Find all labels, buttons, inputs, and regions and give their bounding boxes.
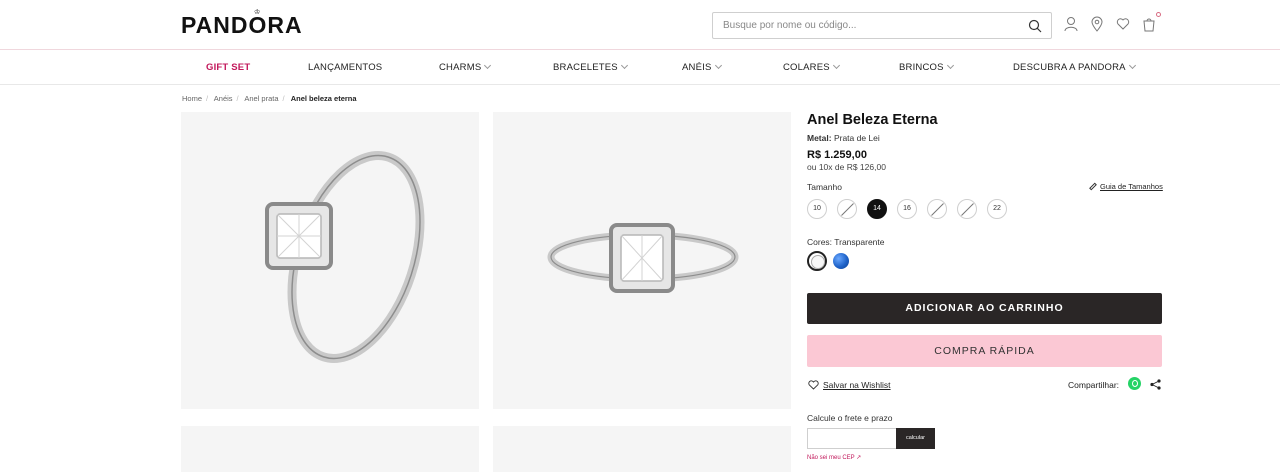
pandora-logo[interactable]: PANDORA ♔ — [181, 9, 303, 39]
header-icons — [1064, 12, 1161, 36]
bag-button[interactable] — [1142, 12, 1161, 32]
chevron-down-icon — [484, 61, 492, 70]
search-icon[interactable] — [1028, 19, 1042, 33]
size-option-22[interactable]: 22 — [987, 199, 1007, 219]
main-nav: GIFT SET LANÇAMENTOS CHARMS BRACELETES A… — [0, 51, 1280, 85]
size-option-16[interactable]: 16 — [897, 199, 917, 219]
product-price: R$ 1.259,00 — [807, 149, 867, 161]
shipping-label: Calcule o frete e prazo — [807, 413, 893, 423]
nav-item-lancamentos[interactable]: LANÇAMENTOS — [308, 62, 382, 73]
breadcrumb-anel-prata[interactable]: Anel prata — [244, 94, 278, 103]
product-image-2[interactable] — [493, 112, 791, 409]
size-option-20[interactable] — [957, 199, 977, 219]
nav-item-gift-set[interactable]: GIFT SET — [206, 62, 250, 73]
quick-buy-button[interactable]: COMPRA RÁPIDA — [807, 335, 1162, 367]
metal-label: Metal: — [807, 133, 832, 143]
ring-angle-image — [265, 151, 425, 363]
nav-item-descubra[interactable]: DESCUBRA A PANDORA — [1013, 61, 1136, 73]
nav-item-braceletes[interactable]: BRACELETES — [553, 61, 628, 73]
size-label: Tamanho — [807, 182, 842, 192]
share-label: Compartilhar: — [1068, 380, 1120, 390]
breadcrumb-home[interactable]: Home — [182, 94, 202, 103]
location-icon[interactable] — [1090, 16, 1104, 32]
nav-item-colares[interactable]: COLARES — [783, 61, 840, 73]
bag-icon — [1143, 18, 1155, 32]
breadcrumb-separator: / — [206, 94, 209, 103]
nav-item-aneis[interactable]: ANÉIS — [682, 61, 722, 73]
wishlist-link[interactable]: Salvar na Wishlist — [808, 380, 891, 391]
size-option-14[interactable]: 14 — [867, 199, 887, 219]
product-image-1[interactable] — [181, 112, 479, 409]
heart-icon[interactable] — [1116, 16, 1130, 32]
chevron-down-icon — [620, 61, 628, 70]
nav-item-brincos[interactable]: BRINCOS — [899, 61, 954, 73]
product-metal: Metal: Prata de Lei — [807, 133, 880, 143]
color-swatch-azul[interactable] — [833, 253, 849, 269]
size-option-12[interactable] — [837, 199, 857, 219]
size-guide-link[interactable]: Guia de Tamanhos — [1089, 182, 1163, 191]
calculate-button[interactable]: calcular — [896, 428, 935, 449]
external-link-icon: ↗ — [856, 455, 862, 461]
add-to-cart-button[interactable]: ADICIONAR AO CARRINHO — [807, 293, 1162, 324]
user-icon[interactable] — [1064, 16, 1078, 32]
product-title: Anel Beleza Eterna — [807, 112, 938, 128]
breadcrumb-current: Anel beleza eterna — [290, 94, 357, 103]
dont-know-cep-link[interactable]: Não sei meu CEP ↗ — [807, 454, 861, 461]
product-installments: ou 10x de R$ 126,00 — [807, 162, 886, 172]
ring-front-image — [547, 223, 739, 293]
whatsapp-icon[interactable] — [1128, 377, 1141, 390]
breadcrumb-aneis[interactable]: Anéis — [214, 94, 233, 103]
product-image-4[interactable] — [493, 426, 791, 472]
crown-icon: ♔ — [254, 9, 261, 16]
color-label: Cores: Transparente — [807, 237, 885, 247]
breadcrumb-separator: / — [236, 94, 239, 103]
chevron-down-icon — [1128, 61, 1136, 70]
breadcrumb: Home / Anéis / Anel prata / Anel beleza ete… — [182, 94, 361, 103]
search-input[interactable] — [713, 13, 1023, 38]
ruler-icon — [1089, 182, 1097, 191]
metal-value: Prata de Lei — [833, 133, 880, 143]
size-option-18[interactable] — [927, 199, 947, 219]
share-icon[interactable] — [1150, 379, 1161, 390]
chevron-down-icon — [714, 61, 722, 70]
cep-input[interactable] — [807, 428, 896, 449]
color-swatch-transparente[interactable] — [807, 251, 827, 271]
chevron-down-icon — [946, 61, 954, 70]
product-image-3[interactable] — [181, 426, 479, 472]
heart-icon — [808, 380, 819, 390]
size-selector: 10 14 16 22 — [807, 199, 1067, 221]
breadcrumb-separator: / — [282, 94, 285, 103]
nav-item-charms[interactable]: CHARMS — [439, 61, 492, 73]
search-box — [712, 12, 1052, 39]
chevron-down-icon — [832, 61, 840, 70]
cart-indicator — [1156, 12, 1161, 17]
size-option-10[interactable]: 10 — [807, 199, 827, 219]
site-header: PANDORA ♔ — [0, 0, 1280, 50]
